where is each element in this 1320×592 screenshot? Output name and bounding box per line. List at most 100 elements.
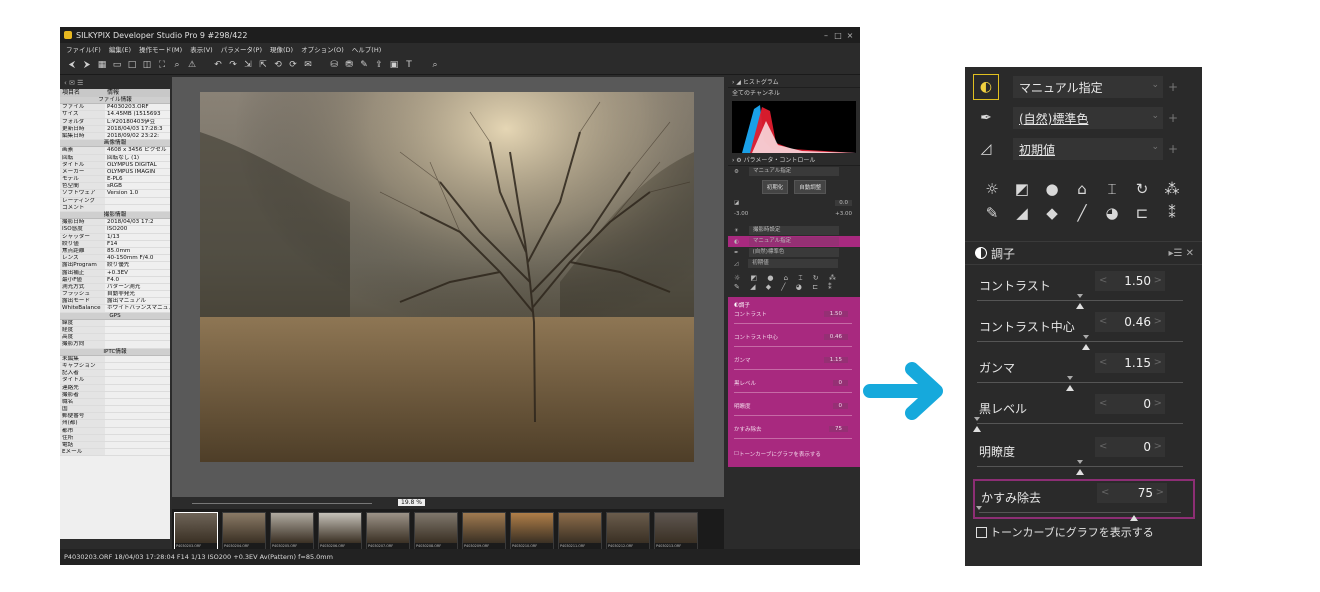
slider-value-box[interactable]: <1.15 >: [1095, 353, 1165, 373]
fill-light-icon[interactable]: ✎: [977, 201, 1007, 225]
tone-slider[interactable]: かすみ除去 <75 >: [973, 479, 1195, 521]
menu-mode[interactable]: 操作モード(M): [139, 44, 182, 54]
tone-slider[interactable]: コントラスト中心 <0.46 >: [973, 310, 1195, 350]
slider-value[interactable]: 1.50: [1124, 271, 1151, 291]
mini-slider-track[interactable]: [734, 323, 852, 324]
fit-icon[interactable]: ⛶: [156, 59, 168, 71]
dynamic-range-icon[interactable]: ⌶: [1097, 177, 1127, 201]
sharp-select[interactable]: 初期値: [748, 259, 839, 268]
rotate-left-icon[interactable]: ⟲: [272, 59, 284, 71]
increment-icon[interactable]: >: [1156, 483, 1164, 503]
next-icon[interactable]: ⮞: [81, 59, 93, 71]
crop-icon[interactable]: ⊏: [1127, 201, 1157, 225]
preview-view-icon[interactable]: ▭: [111, 59, 123, 71]
menu-edit[interactable]: 編集(E): [109, 44, 131, 54]
image-preview[interactable]: [172, 77, 724, 497]
mail-icon[interactable]: ✉: [302, 59, 314, 71]
zoom-slider[interactable]: [192, 503, 372, 504]
zoom-value[interactable]: 19.8 %: [398, 499, 425, 506]
slider-value[interactable]: 0.46: [1124, 312, 1151, 332]
color-icon[interactable]: ◕: [1097, 201, 1127, 225]
increment-icon[interactable]: >: [1154, 353, 1162, 373]
warning-icon[interactable]: ⚠: [186, 59, 198, 71]
gradient-icon[interactable]: ◢: [1007, 201, 1037, 225]
wb-select[interactable]: 撮影時設定: [748, 226, 839, 235]
slider-value-box[interactable]: <75 >: [1097, 483, 1167, 503]
tone-preset-dropdown[interactable]: マニュアル指定 ⌄: [1013, 76, 1163, 98]
init-button[interactable]: 初期化: [761, 180, 789, 194]
exposure-value[interactable]: 0.0: [835, 199, 852, 206]
noise-icon[interactable]: ●: [1037, 177, 1067, 201]
panel-menu-icon[interactable]: ▸☰ ✕: [1168, 248, 1194, 259]
mini-slider-track[interactable]: [734, 438, 852, 439]
undo-icon[interactable]: ↶: [212, 59, 224, 71]
tone-curve-label[interactable]: トーンカーブにグラフを表示する: [990, 524, 1154, 540]
menu-view[interactable]: 表示(V): [190, 44, 213, 54]
tone-slider[interactable]: ガンマ <1.15 >: [973, 351, 1195, 391]
mini-slider[interactable]: 黒レベル 0: [728, 379, 860, 402]
mini-slider-value[interactable]: 0: [832, 403, 848, 409]
slider-knob[interactable]: [1065, 385, 1074, 391]
color-dropdown[interactable]: (自然)標準色 ⌄: [1013, 107, 1163, 129]
increment-icon[interactable]: >: [1154, 271, 1162, 291]
develop-icon[interactable]: ⛁: [328, 59, 340, 71]
slider-track[interactable]: [977, 466, 1183, 467]
mini-slider[interactable]: かすみ除去 75: [728, 425, 860, 448]
increment-icon[interactable]: >: [1154, 394, 1162, 414]
mini-slider[interactable]: コントラスト中心 0.46: [728, 333, 860, 356]
white-balance-icon[interactable]: ☼: [977, 177, 1007, 201]
slider-knob[interactable]: [973, 426, 981, 432]
channel-select[interactable]: 全てのチャンネル: [728, 88, 860, 99]
tone-select[interactable]: マニュアル指定: [748, 237, 839, 246]
menu-option[interactable]: オプション(O): [301, 44, 344, 54]
tone-slider[interactable]: コントラスト <1.50 >: [973, 269, 1195, 309]
prev-icon[interactable]: ⮜: [66, 59, 78, 71]
mini-slider-track[interactable]: [734, 346, 852, 347]
batch-icon[interactable]: ⛃: [343, 59, 355, 71]
slider-value-box[interactable]: <1.50 >: [1095, 271, 1165, 291]
add-icon[interactable]: +: [1168, 80, 1178, 94]
mini-tone-curve-label[interactable]: トーンカーブにグラフを表示する: [739, 450, 821, 458]
slider-track[interactable]: [977, 341, 1183, 342]
grid-view-icon[interactable]: ▦: [96, 59, 108, 71]
close-button[interactable]: ×: [844, 31, 856, 40]
menu-parameter[interactable]: パラメータ(P): [221, 44, 262, 54]
increment-icon[interactable]: >: [1154, 437, 1162, 457]
monitor-icon[interactable]: ▣: [388, 59, 400, 71]
search-icon[interactable]: ⌕: [429, 59, 441, 71]
slider-knob[interactable]: [1076, 469, 1084, 475]
effects-icon[interactable]: ⁂: [1157, 177, 1187, 201]
text-icon[interactable]: T: [403, 59, 415, 71]
highlight-icon[interactable]: ⌂: [1067, 177, 1097, 201]
slider-track[interactable]: [977, 300, 1183, 301]
mini-slider-value[interactable]: 1.15: [823, 357, 848, 363]
decrement-icon[interactable]: <: [1099, 437, 1107, 457]
slider-value[interactable]: 0: [1143, 394, 1151, 414]
rotate-right-icon[interactable]: ⟳: [287, 59, 299, 71]
slider-track[interactable]: [979, 512, 1181, 513]
tone-curve-checkbox[interactable]: [976, 526, 987, 538]
slider-value[interactable]: 0: [1143, 437, 1151, 457]
slider-value[interactable]: 75: [1138, 483, 1153, 503]
decrement-icon[interactable]: <: [1099, 353, 1107, 373]
mini-slider-track[interactable]: [734, 369, 852, 370]
brush-icon[interactable]: ╱: [1067, 201, 1097, 225]
add-icon[interactable]: +: [1168, 111, 1178, 125]
mini-slider-value[interactable]: 0: [832, 380, 848, 386]
auto-adjust-button[interactable]: 自動調整: [794, 180, 827, 194]
transform-icon[interactable]: ⁑: [1157, 201, 1187, 225]
fish-icon[interactable]: ◆: [1037, 201, 1067, 225]
add-icon[interactable]: +: [1168, 142, 1178, 156]
decrement-icon[interactable]: <: [1099, 271, 1107, 291]
minimize-button[interactable]: –: [820, 31, 832, 40]
tone-slider[interactable]: 黒レベル <0 >: [973, 392, 1195, 432]
mini-slider[interactable]: ガンマ 1.15: [728, 356, 860, 379]
menu-help[interactable]: ヘルプ(H): [352, 44, 381, 54]
slider-knob[interactable]: [1076, 303, 1084, 309]
slider-value-box[interactable]: <0.46 >: [1095, 312, 1165, 332]
mini-slider[interactable]: コントラスト 1.50: [728, 310, 860, 333]
decrement-icon[interactable]: <: [1101, 483, 1109, 503]
slider-knob[interactable]: [1082, 344, 1091, 350]
sharpness-dropdown[interactable]: 初期値 ⌄: [1013, 138, 1163, 160]
decrement-icon[interactable]: <: [1099, 394, 1107, 414]
